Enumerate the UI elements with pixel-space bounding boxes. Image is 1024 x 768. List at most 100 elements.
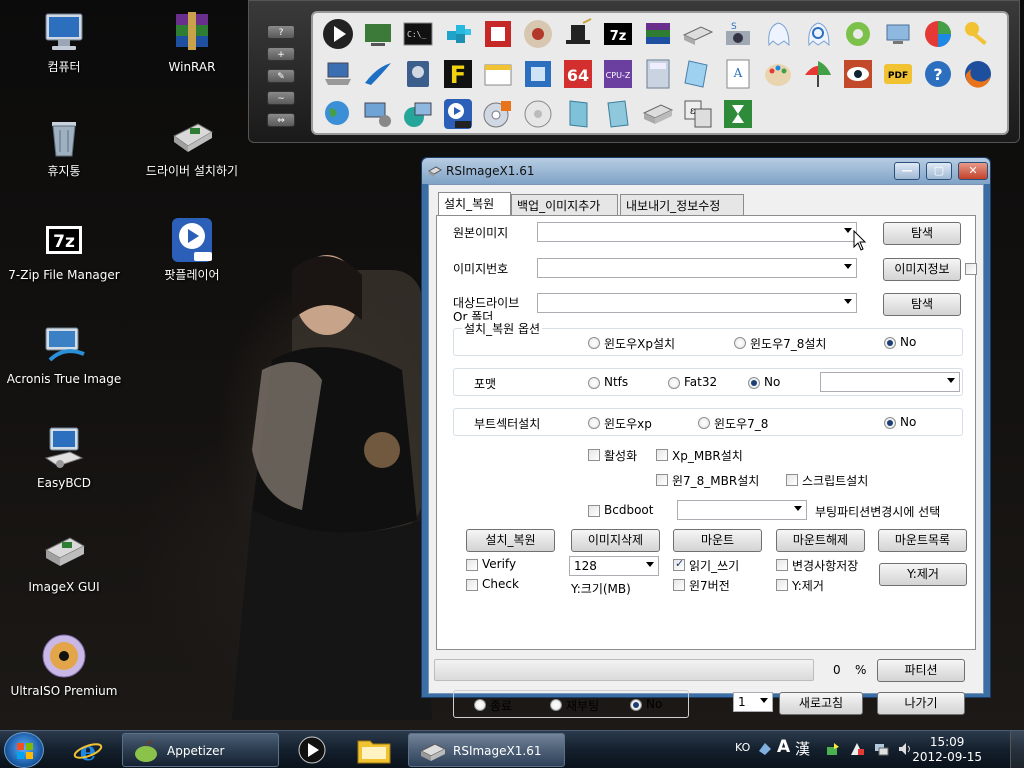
desktop-icon-recycle-bin[interactable]: 휴지통 — [4, 112, 124, 179]
bootsector-xp-radio[interactable] — [588, 417, 600, 429]
desktop-icon-potplayer[interactable]: 팟플레이어 — [132, 216, 252, 283]
count-combo[interactable]: 1 — [733, 692, 773, 712]
desktop-icon-computer[interactable]: 컴퓨터 — [4, 8, 124, 75]
umbrella-icon[interactable] — [801, 57, 835, 91]
verify-checkbox[interactable] — [466, 559, 478, 571]
notepad-icon[interactable] — [681, 57, 715, 91]
dock-graph-button[interactable]: ~ — [267, 91, 295, 105]
finish-no-radio[interactable] — [630, 699, 642, 711]
ime-hanja[interactable]: 漢 — [795, 738, 810, 759]
manual-icon[interactable] — [601, 97, 635, 131]
wordpad-icon[interactable]: A — [721, 57, 755, 91]
notification-icon[interactable] — [825, 741, 841, 757]
bcdboot-combo[interactable] — [677, 500, 807, 520]
internet-globe-icon[interactable] — [321, 97, 355, 131]
target-drive-combo[interactable] — [537, 293, 857, 313]
finish-reboot-radio[interactable] — [550, 699, 562, 711]
desktop-icon-ultraiso[interactable]: UltraISO Premium — [4, 632, 124, 699]
blue-square-icon[interactable] — [521, 57, 555, 91]
firefox-icon[interactable] — [961, 57, 995, 91]
minimize-button[interactable]: — — [894, 162, 920, 180]
image-info-button[interactable]: 이미지정보 — [883, 258, 961, 281]
mount-button[interactable]: 마운트 — [673, 529, 762, 552]
partition-button[interactable]: 파티션 — [877, 659, 965, 682]
desktop-icon-acronis[interactable]: Acronis True Image — [4, 320, 124, 387]
network-globe-icon[interactable] — [401, 97, 435, 131]
media-disc-icon[interactable] — [481, 97, 515, 131]
desktop-icon-imagex-gui[interactable]: ImageX GUI — [4, 528, 124, 595]
ghost-icon[interactable] — [761, 17, 795, 51]
close-button[interactable]: ✕ — [958, 162, 988, 180]
network-settings-icon[interactable] — [361, 97, 395, 131]
green-ring-icon[interactable] — [841, 17, 875, 51]
number-64-icon[interactable]: 64 — [561, 57, 595, 91]
cd-icon[interactable] — [521, 97, 555, 131]
potplayer-live-icon[interactable] — [441, 97, 475, 131]
blocks-icon[interactable] — [441, 17, 475, 51]
internet-explorer-icon[interactable]: e — [72, 735, 104, 765]
play-icon[interactable] — [321, 17, 355, 51]
media-player-icon[interactable] — [296, 736, 328, 764]
swoosh-icon[interactable] — [361, 57, 395, 91]
hourglass-icon[interactable] — [721, 97, 755, 131]
unmount-button[interactable]: 마운트해제 — [776, 529, 865, 552]
clock[interactable]: 15:09 2012-09-15 — [912, 735, 982, 765]
font-f-icon[interactable]: F — [441, 57, 475, 91]
command-prompt-icon[interactable]: C:\_ — [401, 17, 435, 51]
start-button[interactable] — [4, 732, 44, 768]
format-ntfs-radio[interactable] — [588, 377, 600, 389]
colorful-circle-icon[interactable] — [921, 17, 955, 51]
show-desktop-button[interactable] — [1010, 731, 1024, 768]
window-manager-icon[interactable] — [481, 57, 515, 91]
eye-icon[interactable] — [841, 57, 875, 91]
save-changes-checkbox[interactable] — [776, 559, 788, 571]
taskbar-rsimagex[interactable]: RSImageX1.61 — [408, 733, 565, 767]
mount-list-button[interactable]: 마운트목록 — [878, 529, 967, 552]
win78-mbr-checkbox[interactable] — [656, 474, 668, 486]
readwrite-checkbox[interactable] — [673, 557, 685, 571]
disc-icon[interactable] — [521, 17, 555, 51]
tab-backup-add-image[interactable]: 백업_이미지추가 — [511, 194, 618, 215]
exit-button[interactable]: 나가기 — [877, 692, 965, 715]
laptop-icon[interactable] — [321, 57, 355, 91]
restore-no-radio[interactable] — [884, 337, 896, 349]
ime-toolbar-icon[interactable] — [757, 741, 773, 757]
desktop-icon-easybcd[interactable]: EasyBCD — [4, 424, 124, 491]
restore-xp-radio[interactable] — [588, 337, 600, 349]
refresh-button[interactable]: 새로고침 — [779, 692, 863, 715]
7zip-dock-icon[interactable]: 7z — [601, 17, 635, 51]
format-no-radio[interactable] — [748, 377, 760, 389]
restore-button[interactable]: 설치_복원 — [466, 529, 555, 552]
y-remove-checkbox[interactable] — [776, 579, 788, 591]
network-icon[interactable] — [873, 741, 889, 757]
ghost-search-icon[interactable] — [801, 17, 835, 51]
desktop-icon-winrar[interactable]: WinRAR — [132, 8, 252, 75]
taskbar-appetizer[interactable]: Appetizer — [122, 733, 279, 767]
browse-source-button[interactable]: 탐색 — [883, 222, 961, 245]
size-combo[interactable]: 128 — [569, 556, 659, 576]
window-titlebar[interactable]: RSImageX1.61 — ▢ ✕ — [422, 158, 990, 184]
ime-mode-a[interactable]: A — [777, 737, 790, 757]
file-explorer-icon[interactable] — [356, 735, 392, 765]
restore-win78-radio[interactable] — [734, 337, 746, 349]
cpuz-icon[interactable]: CPU-Z — [601, 57, 635, 91]
check-checkbox[interactable] — [466, 579, 478, 591]
script-checkbox[interactable] — [786, 474, 798, 486]
tab-export-edit-info[interactable]: 내보내기_정보수정 — [620, 194, 744, 215]
finish-shutdown-radio[interactable] — [474, 699, 486, 711]
dock-options-button[interactable]: ✎ — [267, 69, 295, 83]
network-computer-icon[interactable] — [881, 17, 915, 51]
desktop-icon-driver-install[interactable]: 드라이버 설치하기 — [132, 112, 252, 179]
harddisk-icon[interactable] — [401, 57, 435, 91]
help-icon[interactable]: ? — [921, 57, 955, 91]
format-fat32-radio[interactable] — [668, 377, 680, 389]
format-type-combo[interactable] — [820, 372, 960, 392]
key-icon[interactable] — [961, 17, 995, 51]
maximize-button[interactable]: ▢ — [926, 162, 952, 180]
volume-icon[interactable] — [897, 741, 913, 757]
tab-install-restore[interactable]: 설치_복원 — [438, 192, 511, 215]
chip-icon[interactable] — [481, 17, 515, 51]
dock-resize-button[interactable]: ⇔ — [267, 113, 295, 127]
driver-icon[interactable] — [681, 17, 715, 51]
scanner-icon[interactable]: S — [721, 17, 755, 51]
